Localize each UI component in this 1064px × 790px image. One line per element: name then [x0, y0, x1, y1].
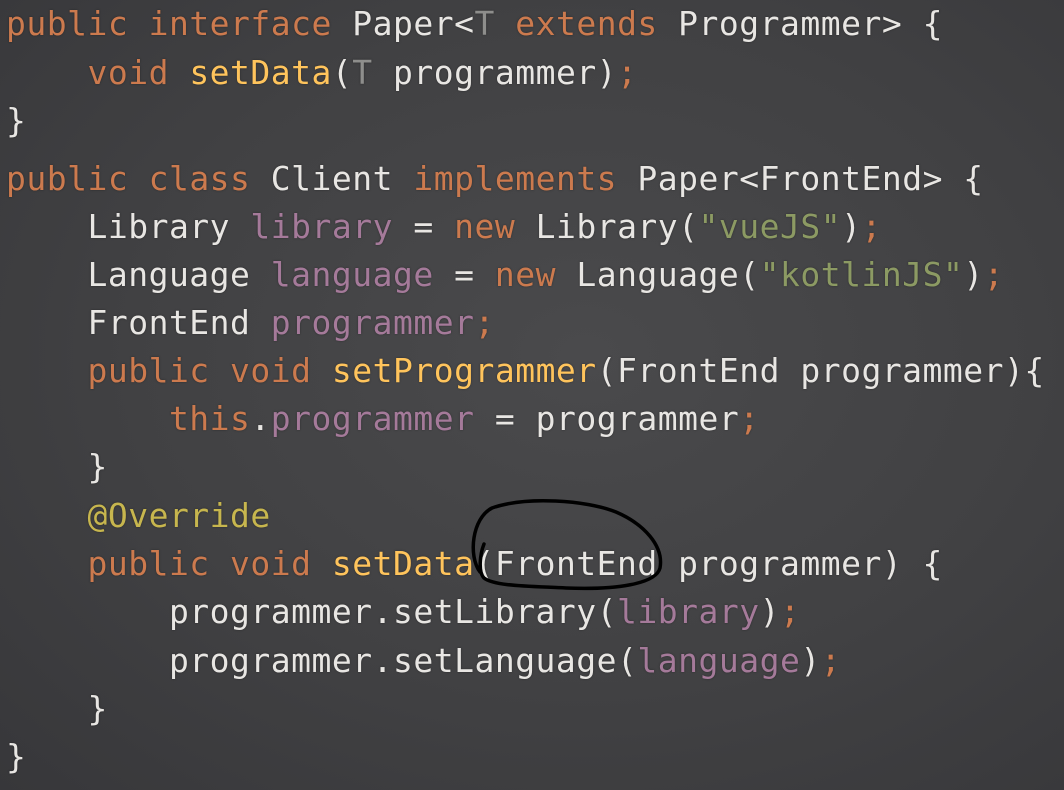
- code-token: new: [454, 207, 536, 246]
- code-token: ): [841, 207, 862, 246]
- code-line: }: [6, 733, 26, 781]
- code-token: =: [433, 255, 495, 294]
- code-token: = programmer: [474, 399, 740, 438]
- code-line: public void setData(FrontEnd programmer)…: [6, 540, 943, 588]
- code-line: }: [6, 443, 108, 491]
- code-token: ;: [861, 207, 882, 246]
- code-line: Library library = new Library("vueJS");: [6, 203, 882, 251]
- code-token: "vueJS": [698, 207, 842, 246]
- code-token: FrontEnd: [6, 303, 271, 342]
- code-token: library: [250, 207, 393, 246]
- code-token: programmer.setLanguage(: [6, 641, 638, 680]
- code-token: ): [963, 255, 984, 294]
- code-token: ;: [617, 53, 638, 92]
- code-token: Library(: [535, 207, 699, 246]
- code-token: programmer): [372, 53, 618, 92]
- code-token: }: [6, 689, 108, 728]
- code-token: Paper<: [352, 4, 475, 43]
- code-token: ;: [983, 255, 1005, 294]
- code-token: implements: [413, 159, 638, 198]
- code-token: class: [148, 159, 271, 198]
- code-token: .: [250, 399, 271, 438]
- code-line: public void setProgrammer(FrontEnd progr…: [6, 347, 1045, 395]
- code-token: void: [6, 53, 190, 92]
- code-token: library: [617, 592, 760, 631]
- code-line: programmer.setLibrary(library);: [6, 588, 800, 636]
- code-line: this.programmer = programmer;: [6, 395, 760, 443]
- code-token: Programmer> {: [678, 4, 943, 43]
- code-token: new: [494, 255, 577, 294]
- code-line: programmer.setLanguage(language);: [6, 637, 841, 685]
- code-token: setProgrammer: [331, 351, 597, 390]
- code-token: Client: [270, 159, 414, 198]
- code-line: public interface Paper<T extends Program…: [6, 0, 943, 48]
- code-token: extends: [494, 4, 679, 43]
- code-token: }: [6, 101, 27, 140]
- code-line: }: [6, 685, 108, 733]
- code-token: Library: [6, 207, 251, 246]
- code-token: ;: [474, 303, 495, 342]
- code-token: (FrontEnd programmer){: [596, 351, 1045, 390]
- code-token: setData: [331, 544, 475, 583]
- code-token: public: [6, 351, 231, 390]
- code-token: public: [6, 4, 149, 43]
- code-line: @Override: [6, 492, 271, 540]
- code-token: (: [331, 53, 353, 92]
- code-editor: public interface Paper<T extends Program…: [0, 0, 1064, 790]
- code-token: ;: [820, 641, 842, 680]
- code-token: programmer: [270, 303, 475, 342]
- code-token: ): [759, 592, 780, 631]
- code-token: this: [6, 399, 251, 438]
- code-line: Language language = new Language("kotlin…: [6, 251, 1004, 299]
- code-token: Language: [6, 255, 271, 294]
- code-token: =: [393, 207, 455, 246]
- code-token: language: [637, 641, 801, 680]
- code-token: T: [474, 4, 495, 43]
- code-token: (FrontEnd programmer) {: [474, 544, 943, 583]
- code-token: void: [230, 544, 332, 583]
- code-token: programmer.setLibrary(: [6, 592, 618, 631]
- code-line: void setData(T programmer);: [6, 49, 637, 97]
- code-token: ;: [739, 399, 760, 438]
- code-token: ): [800, 641, 821, 680]
- code-token: Paper<FrontEnd> {: [637, 159, 984, 198]
- code-line: }: [6, 97, 26, 145]
- code-token: }: [6, 447, 108, 486]
- code-token: public: [6, 159, 149, 198]
- code-line: public class Client implements Paper<Fro…: [6, 155, 984, 203]
- code-token: T: [352, 53, 373, 92]
- code-token: void: [230, 351, 332, 390]
- code-token: language: [270, 255, 434, 294]
- code-token: "kotlinJS": [759, 255, 964, 294]
- code-token: @Override: [6, 496, 271, 535]
- code-token: setData: [189, 53, 332, 92]
- code-line: FrontEnd programmer;: [6, 299, 495, 347]
- code-token: programmer: [270, 399, 475, 438]
- code-token: ;: [779, 592, 801, 631]
- code-token: }: [6, 737, 27, 776]
- code-token: interface: [148, 4, 353, 43]
- code-token: public: [6, 544, 231, 583]
- code-token: Language(: [576, 255, 760, 294]
